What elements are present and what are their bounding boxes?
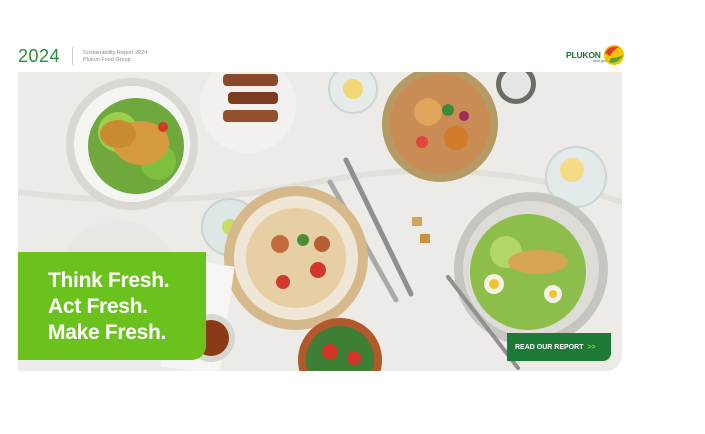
- tagline-line-2: Act Fresh.: [48, 295, 148, 318]
- double-chevron-icon: >>: [587, 343, 596, 351]
- plukon-logo[interactable]: PLUKON food group: [566, 44, 626, 68]
- read-report-button[interactable]: READ OUR REPORT >>: [507, 333, 611, 361]
- tagline-line-1: Think Fresh.: [48, 269, 170, 292]
- caesar-salad-plate: [454, 192, 608, 346]
- report-subtitle: Sustainability Report 2024 Plukon Food G…: [83, 50, 147, 64]
- hero-food-image: Think Fresh. Act Fresh. Make Fresh.: [18, 72, 622, 371]
- salad-plate: [66, 78, 198, 210]
- plukon-leaf-icon: [604, 45, 624, 65]
- tagline-line-3: Make Fresh.: [48, 321, 167, 344]
- subtitle-line-company: Plukon Food Group: [83, 57, 131, 63]
- pasta-plate: [224, 186, 368, 330]
- read-report-label: READ OUR REPORT: [515, 343, 584, 351]
- subtitle-line-report: Sustainability Report 2024: [83, 50, 148, 56]
- report-header: 2024 Sustainability Report 2024 Plukon F…: [0, 0, 705, 72]
- header-divider: [72, 47, 73, 65]
- tagline-panel: Think Fresh. Act Fresh. Make Fresh.: [18, 252, 206, 360]
- report-year: 2024: [18, 46, 61, 66]
